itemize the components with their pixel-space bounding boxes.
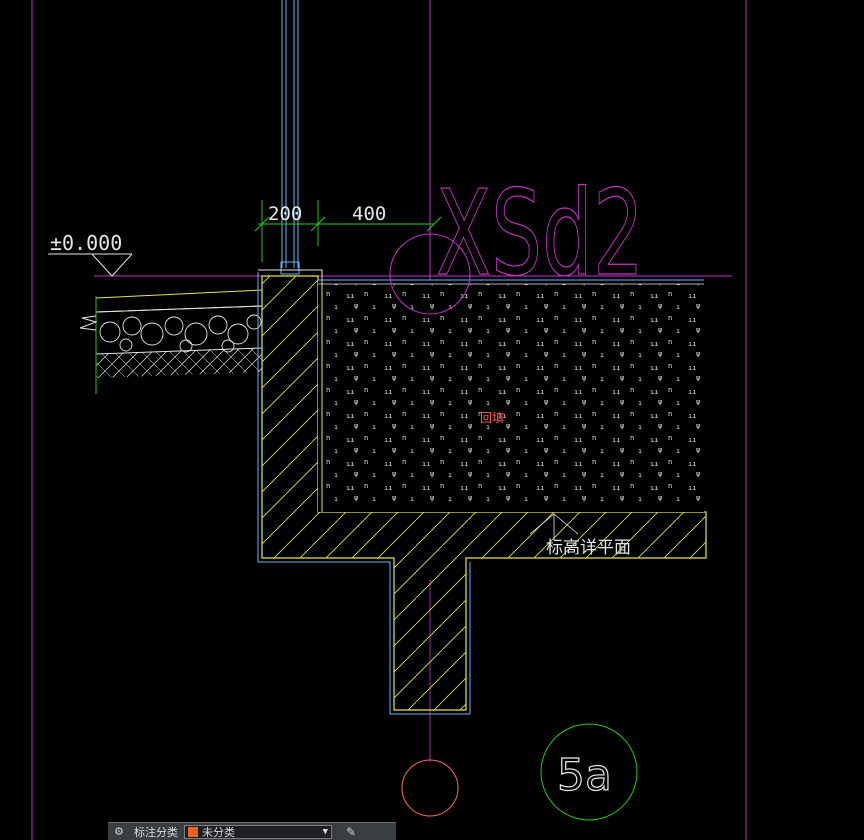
chevron-down-icon[interactable]: ▼ — [323, 827, 328, 837]
elevation-label: ±0.000 — [50, 231, 122, 255]
backfill-label: 回填 — [480, 411, 504, 425]
toolbar-grip-icon[interactable]: ⚙ — [114, 825, 128, 838]
detail-number-label: 5a — [557, 750, 612, 801]
axis-bubble — [401, 759, 459, 817]
dim-left-text: 200 — [268, 203, 302, 225]
backfill-area — [326, 284, 704, 508]
elevation-marker: ±0.000 — [48, 231, 133, 277]
annotation-category-select[interactable]: 未分类 ▼ — [184, 824, 332, 839]
pavement-layers — [79, 289, 263, 394]
category-color-swatch — [188, 826, 198, 837]
annotation-category-toolbar: ⚙ 标注分类 未分类 ▼ ✎ — [108, 822, 396, 840]
annotation-category-label: 标注分类 — [134, 825, 178, 839]
cad-canvas[interactable]: ıı n ψ ı — [0, 0, 864, 840]
drawing-viewport[interactable]: ıı n ψ ı — [0, 0, 864, 840]
dim-right-text: 400 — [352, 203, 386, 225]
category-selected-value: 未分类 — [202, 825, 235, 839]
elevation-note-label: 标高详平面 — [546, 538, 631, 558]
window-frame — [280, 0, 300, 275]
edit-pen-icon[interactable]: ✎ — [346, 825, 356, 839]
section-tag-label: XSd2 — [436, 164, 644, 302]
